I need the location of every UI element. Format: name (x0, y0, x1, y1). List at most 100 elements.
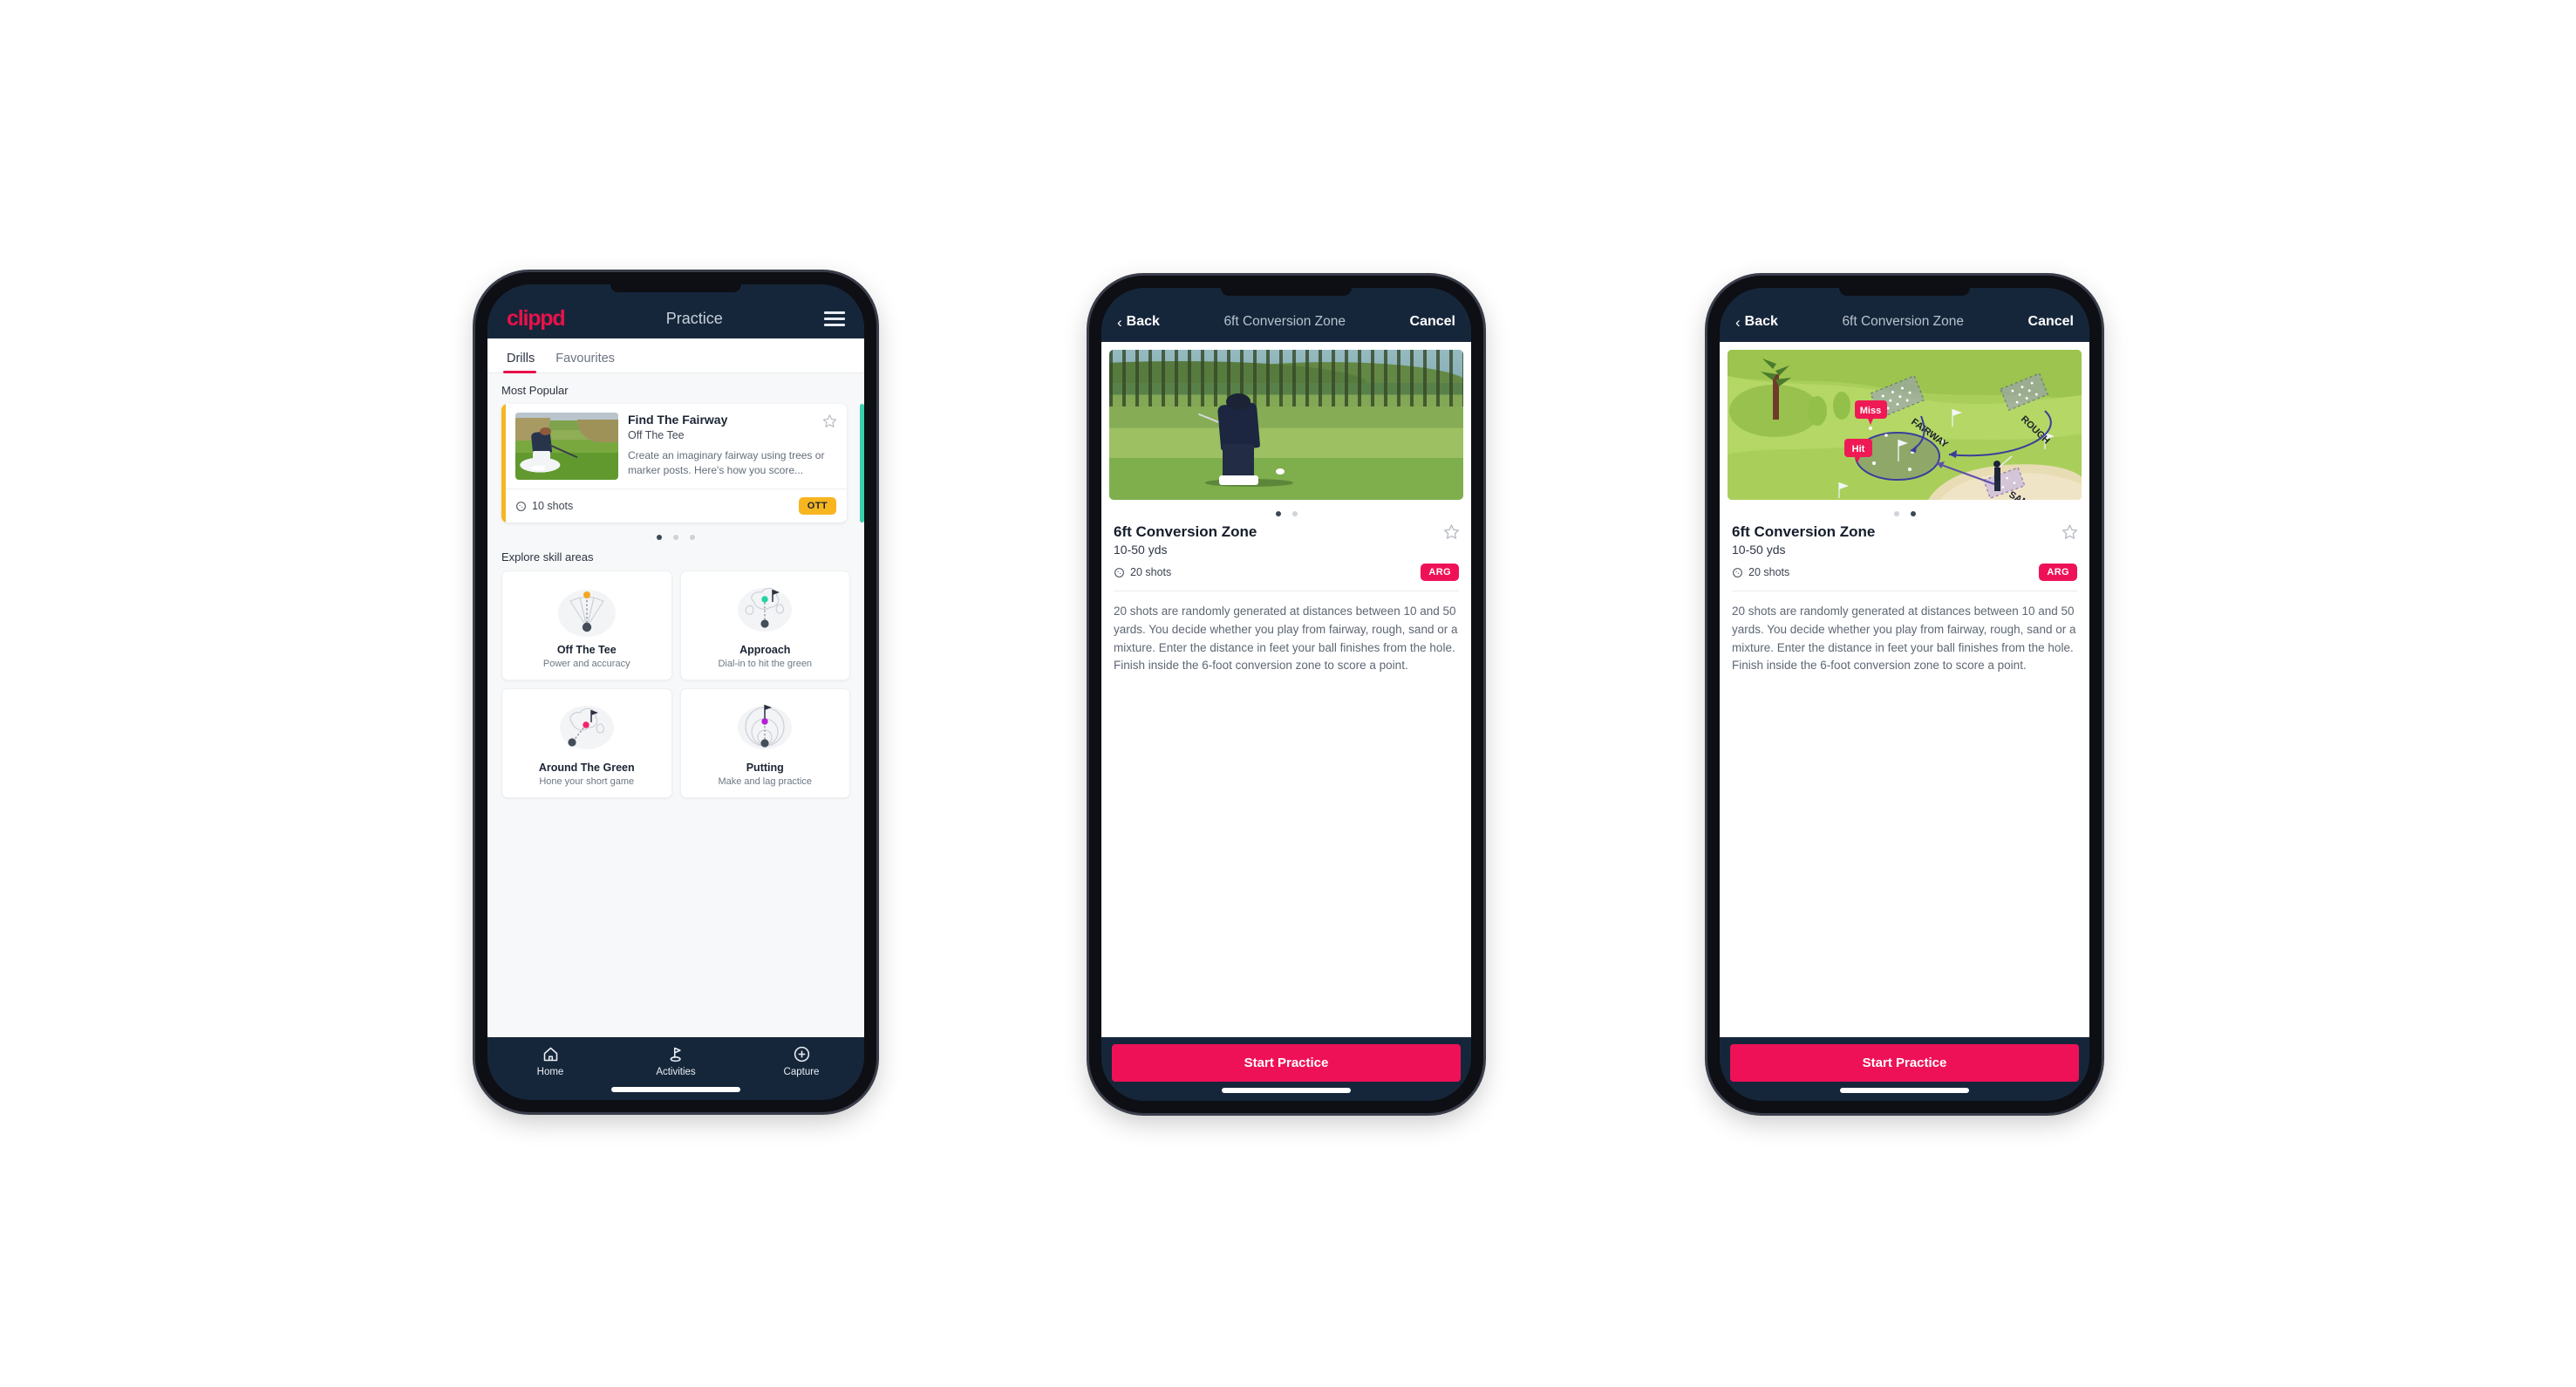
back-button[interactable]: ‹ Back (1735, 314, 1778, 330)
skill-desc: Dial-in to hit the green (718, 659, 813, 669)
nav-item-activities[interactable]: Activities (613, 1045, 739, 1077)
skill-badge-ott: OTT (798, 497, 836, 515)
start-practice-button[interactable]: Start Practice (1112, 1044, 1461, 1082)
nav-item-home[interactable]: Home (487, 1045, 613, 1077)
carousel-dot[interactable] (673, 535, 678, 540)
hero-carousel-dots[interactable] (1101, 500, 1471, 522)
drill-description: 20 shots are randomly generated at dista… (1114, 605, 1458, 673)
hero-dot[interactable] (1291, 511, 1298, 516)
drill-subtitle: Off The Tee (628, 428, 685, 441)
phone3-screen: ‹ Back 6ft Conversion Zone Cancel FAIRWA… (1720, 288, 2089, 1101)
tee-dispersion-icon (508, 581, 666, 640)
skill-card-off-the-tee[interactable]: Off The Tee Power and accuracy (501, 571, 672, 680)
course-diagram: FAIRWAY ROUGH Miss Hit (1728, 350, 2082, 500)
hero-dot[interactable] (1275, 511, 1281, 516)
carousel-dot[interactable] (690, 535, 695, 540)
skill-areas-grid: Off The Tee Power and accuracy Approach … (487, 571, 864, 798)
start-practice-button[interactable]: Start Practice (1730, 1044, 2079, 1082)
section-title-most-popular: Most Popular (501, 384, 569, 397)
carousel-dot[interactable] (657, 535, 662, 540)
phone-notch (610, 284, 741, 292)
shots-count: 20 shots (1732, 566, 1789, 578)
skill-desc: Hone your short game (539, 776, 635, 787)
phone-mockup-drill-detail-photo: ‹ Back 6ft Conversion Zone Cancel 6ft Co… (1089, 276, 1483, 1113)
detail-title: 6ft Conversion Zone (1223, 314, 1346, 329)
back-button[interactable]: ‹ Back (1117, 314, 1160, 330)
tab-favourites[interactable]: Favourites (545, 352, 625, 372)
phone-notch (1839, 288, 1970, 296)
carousel-dots[interactable] (487, 523, 864, 540)
drill-description: Create an imaginary fairway using trees … (628, 448, 825, 477)
drill-hero-photo[interactable] (1109, 350, 1463, 500)
drill-hero-diagram[interactable]: FAIRWAY ROUGH Miss Hit (1728, 350, 2082, 500)
drill-info: 6ft Conversion Zone 10-50 yds 20 shots A… (1101, 522, 1471, 581)
phone-mockup-drill-detail-diagram: ‹ Back 6ft Conversion Zone Cancel FAIRWA… (1707, 276, 2102, 1113)
skill-desc: Make and lag practice (718, 776, 813, 787)
drill-name: 6ft Conversion Zone (1114, 523, 1257, 540)
phone1-content: Most Popular Find The Fairway Off The Te… (487, 373, 864, 1037)
home-icon (543, 1047, 557, 1062)
golf-flag-icon (670, 1047, 681, 1062)
phone2-screen: ‹ Back 6ft Conversion Zone Cancel 6ft Co… (1101, 288, 1471, 1101)
skill-card-approach[interactable]: Approach Dial-in to hit the green (679, 571, 850, 680)
drill-carousel[interactable]: Find The Fairway Off The Tee Create an i… (487, 404, 864, 523)
phone2-content: 6ft Conversion Zone 10-50 yds 20 shots A… (1101, 342, 1471, 1037)
screenshot-canvas: clippd Practice Drills Favourites Most P… (0, 0, 2576, 1387)
skill-name: Putting (746, 762, 784, 774)
clippd-logo: clippd (507, 305, 566, 331)
plus-circle-icon (794, 1046, 809, 1062)
cancel-button[interactable]: Cancel (2028, 314, 2074, 330)
drill-description: 20 shots are randomly generated at dista… (1732, 605, 2076, 673)
drill-yardage: 10-50 yds (1114, 543, 1168, 557)
detail-nav-bar: ‹ Back 6ft Conversion Zone Cancel (1720, 288, 2089, 342)
drill-card-footer: 10 shots OTT (501, 489, 847, 523)
drill-info: 6ft Conversion Zone 10-50 yds 20 shots A… (1720, 522, 2089, 581)
favourite-star-icon[interactable] (822, 413, 837, 428)
skill-name: Approach (739, 644, 791, 656)
drill-thumbnail (515, 413, 618, 480)
skill-badge-arg: ARG (2039, 564, 2077, 581)
shots-count: 20 shots (1114, 566, 1171, 578)
shots-count: 10 shots (515, 500, 573, 512)
tab-drills[interactable]: Drills (503, 352, 545, 373)
detail-title: 6ft Conversion Zone (1842, 314, 1965, 329)
drill-stats-row: 20 shots ARG (1114, 564, 1459, 581)
favourite-star-icon[interactable] (1443, 523, 1460, 540)
cancel-button[interactable]: Cancel (1410, 314, 1455, 330)
svg-text:Miss: Miss (1860, 406, 1881, 416)
hero-carousel-dots[interactable] (1720, 500, 2089, 522)
nav-label: Activities (656, 1067, 696, 1077)
back-label: Back (1744, 314, 1778, 329)
nav-item-capture[interactable]: Capture (739, 1045, 864, 1077)
page-title: Practice (665, 309, 723, 327)
section-title-skill-areas: Explore skill areas (501, 550, 594, 564)
skill-card-around-the-green[interactable]: Around The Green Hone your short game (501, 688, 672, 798)
favourite-star-icon[interactable] (2061, 523, 2078, 540)
phone-notch (1221, 288, 1352, 296)
chevron-left-icon: ‹ (1735, 313, 1741, 331)
drill-card[interactable]: Find The Fairway Off The Tee Create an i… (501, 404, 847, 523)
phone1-screen: clippd Practice Drills Favourites Most P… (487, 284, 864, 1100)
approach-green-icon (686, 581, 845, 640)
svg-text:Hit: Hit (1852, 444, 1865, 454)
shots-label: 20 shots (1748, 566, 1790, 578)
skill-badge-arg: ARG (1421, 564, 1459, 581)
hero-dot[interactable] (1910, 511, 1916, 516)
hero-dot[interactable] (1893, 511, 1899, 516)
shots-label: 20 shots (1130, 566, 1172, 578)
skill-desc: Power and accuracy (542, 659, 630, 669)
home-indicator (1840, 1088, 1969, 1093)
nav-label: Capture (783, 1067, 820, 1077)
home-indicator (1222, 1088, 1351, 1093)
skill-card-putting[interactable]: Putting Make and lag practice (679, 688, 850, 798)
next-card-accent (860, 404, 864, 523)
drill-card-top: Find The Fairway Off The Tee Create an i… (501, 404, 847, 489)
putting-rings-icon (686, 699, 845, 758)
detail-nav-bar: ‹ Back 6ft Conversion Zone Cancel (1101, 288, 1471, 342)
nav-label: Home (536, 1067, 564, 1077)
drill-name: Find The Fairway (628, 413, 728, 427)
drill-yardage: 10-50 yds (1732, 543, 1786, 557)
drill-name: 6ft Conversion Zone (1732, 523, 1876, 540)
around-green-icon (508, 699, 666, 758)
hamburger-icon[interactable] (823, 311, 845, 326)
